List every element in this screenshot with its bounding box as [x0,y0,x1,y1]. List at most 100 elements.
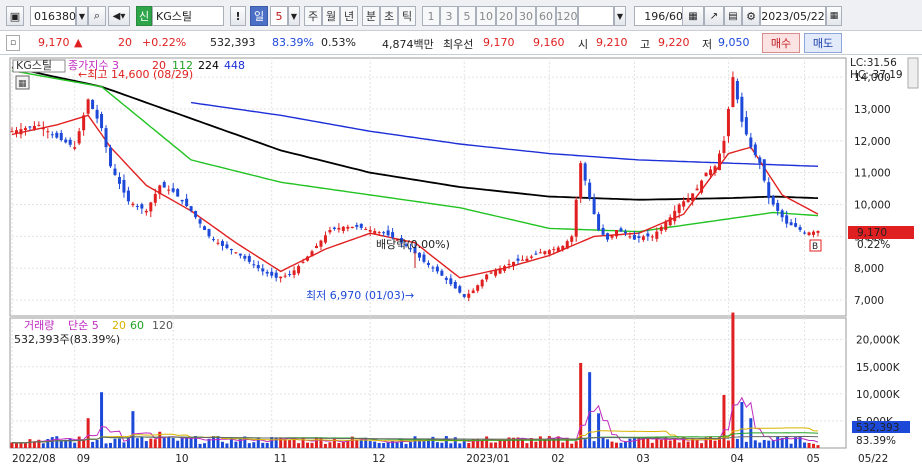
draw-tool-icon[interactable]: ↗ [704,6,724,26]
candle-up [10,131,14,133]
candle-up [610,234,614,238]
candle-up [695,188,699,191]
candle-up [153,193,157,203]
volume-bar [610,441,614,448]
candle-up [131,203,135,206]
minute-3-button[interactable]: 3 [440,6,458,26]
period-day-button[interactable]: 일 [250,6,268,26]
period-month-button[interactable]: 월 [322,6,340,26]
buy-button[interactable]: 매수 [762,33,800,53]
candle-down [229,249,233,251]
volume-panel-frame [9,317,847,449]
candle-down [104,128,108,148]
window-icon[interactable]: ▣ [6,6,24,26]
candle-down [189,206,193,211]
x-tick-label: 11 [274,453,287,465]
code-dropdown-icon[interactable]: ▼ [76,6,88,26]
candle-up [650,236,654,238]
candle-up [306,256,310,261]
volume-bar [373,441,377,448]
custom-period-field[interactable] [578,6,614,26]
candle-down [762,159,766,181]
volume-bar [265,442,269,448]
candle-down [126,190,130,202]
candle-up [691,193,695,202]
date-input[interactable]: 2023/05/22 [760,6,826,26]
candle-down [288,274,292,276]
candle-down [798,227,802,230]
y-tick-label: 7,000 [854,295,884,307]
save-icon[interactable]: ▤ [724,6,742,26]
minute-120-button[interactable]: 120 [556,6,578,26]
minute-10-button[interactable]: 10 [476,6,496,26]
calendar-icon[interactable]: ▦ [826,6,842,26]
candle-down [261,268,265,272]
candle-down [646,233,650,237]
candle-up [686,198,690,203]
minute-30-button[interactable]: 30 [516,6,536,26]
stock-code-input[interactable]: 016380 [30,6,76,26]
candle-up [86,99,90,114]
candle-up [561,245,565,250]
candle-up [579,163,583,199]
buy-signal-label: B [812,242,818,252]
candle-up [37,124,41,126]
grid-tools-icon[interactable]: ▦ [682,6,704,26]
volume-bar [677,442,681,448]
candle-down [180,199,184,202]
axis-scroll-handle[interactable] [907,57,919,89]
stock-chart[interactable]: KG스틸 종가지수 3 20 112 224 448 ▦ ←최고 14,600 … [0,56,922,475]
period-dropdown-icon[interactable]: ▼ [288,6,300,26]
collapse-icon[interactable]: ▫ [6,35,20,51]
speaker-icon[interactable]: ◀▾ [108,6,130,26]
volume-bar [59,440,63,448]
candle-up [713,166,717,173]
volume-bar [449,443,453,448]
sell-button[interactable]: 매도 [804,33,842,53]
price-panel-frame [9,57,847,317]
volume-bar [440,442,444,448]
candle-up [498,268,502,274]
candle-up [677,204,681,213]
volume-bar [646,438,650,448]
candle-down [243,255,247,259]
y-tick-label: 8,000 [854,263,884,275]
minute-20-button[interactable]: 20 [496,6,516,26]
period-week-button[interactable]: 주 [304,6,322,26]
candle-down [431,267,435,269]
volume-bar [261,442,265,448]
candle-up [158,185,162,195]
candle-up [19,129,23,135]
warning-button[interactable]: ! [230,6,246,26]
period-year-button[interactable]: 년 [340,6,358,26]
custom-period-dropdown-icon[interactable]: ▼ [614,6,626,26]
volume-bar [404,443,408,448]
period-num-field[interactable]: 5 [270,6,288,26]
settings-icon[interactable]: ⚙ [742,6,760,26]
minute-5-button[interactable]: 5 [458,6,476,26]
candle-up [144,210,148,213]
candle-down [28,126,32,128]
minute-60-button[interactable]: 60 [536,6,556,26]
candle-up [292,270,296,275]
period-second-button[interactable]: 초 [380,6,398,26]
volume-bar [803,442,807,448]
minute-1-button[interactable]: 1 [422,6,440,26]
period-tick-button[interactable]: 틱 [398,6,416,26]
candle-down [265,271,269,274]
volume-bar [659,439,663,448]
volume-bar [171,438,175,448]
x-tick-label: 02 [551,453,564,465]
search-icon[interactable]: ⌕ [88,6,106,26]
candle-up [538,252,542,254]
volume-bar [538,436,542,448]
period-minute-button[interactable]: 분 [362,6,380,26]
candle-down [592,198,596,215]
stock-name-field[interactable]: KG스틸 [152,6,224,26]
volume-bar [153,439,157,448]
volume-value: 532,393주(83.39%) [14,333,120,346]
price-change: 20 [118,36,132,49]
candle-down [623,231,627,234]
candle-down [64,139,68,143]
candle-down [122,179,126,193]
